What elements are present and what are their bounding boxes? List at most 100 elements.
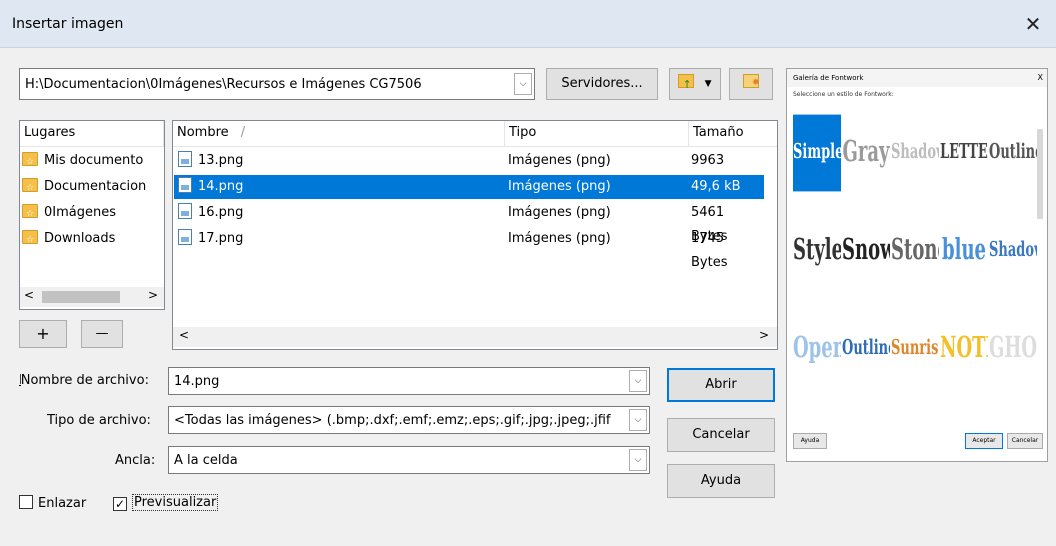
preview-title: Galería de Fontwork: [793, 74, 864, 82]
file-type: Imágenes (png): [508, 153, 611, 168]
add-place-button[interactable]: +: [19, 320, 67, 348]
scroll-left-icon[interactable]: <: [179, 328, 189, 342]
fontwork-style-tile: Style: [793, 212, 841, 290]
chevron-down-icon[interactable]: ⌵: [514, 73, 532, 95]
sort-indicator-icon: /: [240, 125, 246, 140]
servers-button[interactable]: Servidores...: [546, 68, 658, 100]
fontwork-style-tile: LETTER: [940, 114, 988, 192]
filetype-label: Tipo de archivo:: [47, 413, 151, 428]
fontwork-style-tile: Gray: [842, 114, 890, 192]
column-type-label: Tipo: [509, 125, 537, 140]
path-value: H:\Documentacion\0Imágenes\Recursos e Im…: [25, 77, 422, 92]
preview-accept-label: Aceptar: [972, 437, 996, 444]
preview-checkbox-box[interactable]: ✓: [113, 497, 127, 511]
image-file-icon: [178, 229, 192, 245]
preview-help-button: Ayuda: [793, 433, 827, 449]
preview-checkbox[interactable]: ✓ Previsualizar: [113, 494, 219, 511]
table-row-selected[interactable]: 14.png Imágenes (png) 49,6 kB: [174, 175, 764, 199]
folder-icon: [22, 228, 38, 252]
folder-up-icon: ↑: [678, 74, 695, 91]
preview-pane: Galería de Fontwork X Seleccione un esti…: [786, 68, 1048, 462]
preview-subtitle: Seleccione un estilo de Fontwork:: [793, 91, 894, 98]
file-name: 13.png: [198, 153, 244, 168]
filename-field[interactable]: 14.png ⌵: [168, 367, 650, 395]
file-size: 49,6 kB: [691, 179, 741, 194]
anchor-label: Ancla:: [115, 453, 156, 468]
scroll-right-icon[interactable]: >: [148, 288, 158, 302]
places-hscroll[interactable]: < >: [20, 287, 164, 307]
close-icon[interactable]: ✕: [1018, 10, 1048, 38]
fontwork-style-tile: Shadow: [989, 212, 1037, 290]
places-header[interactable]: Lugares: [20, 121, 164, 147]
scroll-left-icon[interactable]: <: [24, 288, 34, 302]
place-item[interactable]: 0Imágenes: [22, 201, 116, 226]
anchor-select[interactable]: A la celda ⌵: [168, 446, 650, 474]
place-label: Documentacion: [44, 179, 147, 194]
link-checkbox-box[interactable]: [19, 495, 33, 509]
file-type: Imágenes (png): [508, 231, 611, 246]
image-file-icon: [178, 151, 192, 167]
column-name[interactable]: Nombre /: [173, 121, 505, 147]
place-item[interactable]: Documentacion: [22, 175, 147, 200]
chevron-down-icon[interactable]: ⌵: [629, 409, 647, 431]
fontwork-style-tile: GHOST: [989, 310, 1037, 388]
cancel-button[interactable]: Cancelar: [667, 418, 775, 452]
help-button[interactable]: Ayuda: [667, 464, 775, 498]
open-label: Abrir: [705, 377, 737, 392]
anchor-value: A la celda: [174, 453, 238, 468]
chevron-down-icon[interactable]: ⌵: [629, 449, 647, 471]
scroll-right-icon[interactable]: >: [759, 328, 769, 342]
preview-titlebar: Galería de Fontwork X: [787, 69, 1047, 87]
open-button[interactable]: Abrir: [667, 368, 775, 402]
column-type[interactable]: Tipo: [505, 121, 689, 147]
folder-up-button[interactable]: ↑ ▼: [669, 68, 721, 100]
file-name: 14.png: [198, 179, 244, 194]
add-place-label: +: [36, 324, 50, 343]
dialog-title: Insertar imagen: [12, 16, 124, 32]
place-label: Mis documento: [44, 153, 144, 168]
remove-place-label: —: [95, 326, 109, 341]
filename-label: NNombre de archivo:: [19, 373, 149, 388]
cancel-label: Cancelar: [692, 427, 750, 442]
preview-scrollbar: [1037, 129, 1043, 219]
column-name-label: Nombre: [177, 125, 229, 140]
fontwork-style-tile: Shadow: [891, 114, 939, 192]
title-bar: Insertar imagen ✕: [0, 0, 1056, 48]
table-row[interactable]: 13.png Imágenes (png) 9963 Bytes: [174, 149, 764, 192]
new-folder-button[interactable]: ✸: [729, 68, 773, 100]
remove-place-button[interactable]: —: [81, 320, 123, 348]
places-panel: Lugares Mis documento Documentacion 0Imá…: [19, 120, 165, 310]
table-row[interactable]: 17.png Imágenes (png) 1745 Bytes: [174, 227, 764, 270]
fontwork-style-tile: Simple: [793, 114, 841, 192]
filetype-select[interactable]: <Todas las imágenes> (.bmp;.dxf;.emf;.em…: [168, 406, 650, 434]
file-type: Imágenes (png): [508, 179, 611, 194]
filename-label-text: Nombre de archivo:: [20, 373, 149, 388]
file-size: 1745 Bytes: [691, 231, 728, 270]
place-item[interactable]: Mis documento: [22, 149, 144, 174]
chevron-down-icon[interactable]: ⌵: [629, 370, 647, 392]
file-name: 17.png: [198, 231, 244, 246]
help-label: Ayuda: [700, 473, 742, 488]
places-header-label: Lugares: [24, 125, 76, 140]
fontwork-style-tile: Snow: [842, 212, 890, 290]
image-file-icon: [178, 203, 192, 219]
files-hscroll[interactable]: < >: [173, 327, 777, 347]
link-checkbox[interactable]: Enlazar: [19, 495, 86, 511]
file-name: 16.png: [198, 205, 244, 220]
fontwork-style-tile: NOTE: [940, 310, 988, 388]
fontwork-style-tile: Outline: [989, 114, 1037, 192]
file-list: Nombre / Tipo Tamaño 13.png Imágenes (pn…: [172, 120, 778, 350]
column-size-label: Tamaño: [693, 125, 744, 140]
table-row[interactable]: 16.png Imágenes (png) 5461 Bytes: [174, 201, 764, 244]
folder-icon: [22, 202, 38, 226]
link-label: Enlazar: [38, 496, 87, 511]
place-label: Downloads: [44, 231, 116, 246]
preview-accept-button: Aceptar: [965, 433, 1003, 449]
path-combo[interactable]: H:\Documentacion\0Imágenes\Recursos e Im…: [19, 68, 535, 100]
preview-cancel-button: Cancelar: [1007, 433, 1043, 449]
column-size[interactable]: Tamaño: [689, 121, 777, 147]
chevron-down-icon: ▼: [704, 79, 712, 89]
place-item[interactable]: Downloads: [22, 227, 116, 252]
preview-cancel-label: Cancelar: [1011, 437, 1039, 444]
scroll-thumb[interactable]: [42, 291, 120, 303]
